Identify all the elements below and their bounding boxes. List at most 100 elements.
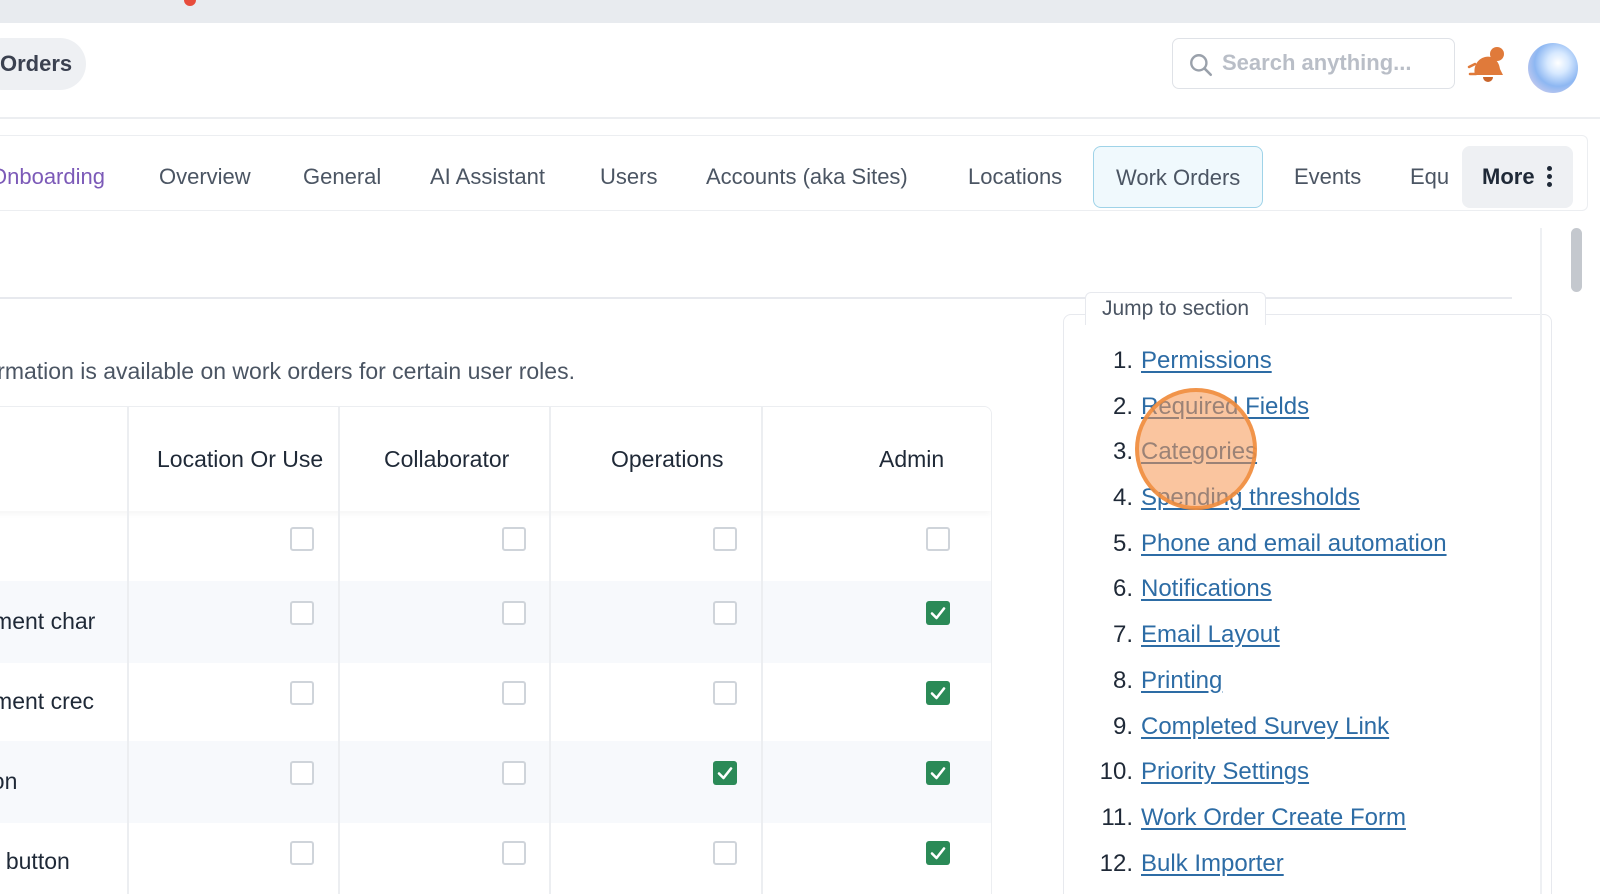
table-row: tton	[0, 741, 991, 823]
list-item: 5. Phone and email automation	[1085, 521, 1545, 567]
list-item: 9. Completed Survey Link	[1085, 704, 1545, 750]
tab-locations[interactable]: Locations	[968, 146, 1062, 208]
search-icon	[1190, 54, 1213, 77]
list-item: 8. Printing	[1085, 658, 1545, 704]
more-menu-button[interactable]: More	[1462, 146, 1573, 208]
checkbox-unchecked[interactable]	[713, 527, 737, 551]
jump-link-spending-thresholds[interactable]: Spending thresholds	[1141, 484, 1360, 511]
search-box[interactable]	[1172, 38, 1455, 89]
jump-link-priority-settings[interactable]: Priority Settings	[1141, 758, 1309, 785]
checkbox-checked[interactable]	[713, 761, 737, 785]
permissions-table: Location Or Use Collaborator Operations …	[0, 406, 992, 894]
tab-accounts[interactable]: Accounts (aka Sites)	[706, 146, 908, 208]
checkbox-unchecked[interactable]	[290, 527, 314, 551]
table-header-row: Location Or Use Collaborator Operations …	[0, 407, 991, 511]
tab-ai-assistant[interactable]: AI Assistant	[430, 146, 545, 208]
row-label: rtment char	[0, 608, 96, 634]
search-input[interactable]	[1222, 39, 1447, 87]
jump-link-permissions[interactable]: Permissions	[1141, 347, 1272, 374]
column-header-operations: Operations	[611, 446, 724, 472]
checkbox-unchecked[interactable]	[502, 681, 526, 705]
column-header-admin: Admin	[879, 446, 945, 472]
list-item-number: 5.	[1112, 529, 1133, 557]
kebab-icon	[1546, 163, 1553, 190]
jump-link-completed-survey-link[interactable]: Completed Survey Link	[1141, 713, 1389, 740]
row-label: er button	[0, 848, 70, 874]
list-item: 12. Bulk Importer	[1085, 841, 1545, 887]
tab-users[interactable]: Users	[600, 146, 657, 208]
checkbox-unchecked[interactable]	[290, 601, 314, 625]
list-item: 2. Required Fields	[1085, 384, 1545, 430]
checkmark-icon	[717, 767, 733, 780]
settings-tabs: Onboarding Overview General AI Assistant…	[0, 135, 1588, 211]
checkbox-checked[interactable]	[926, 761, 950, 785]
checkmark-icon	[930, 767, 946, 780]
jump-link-work-order-create-form[interactable]: Work Order Create Form	[1141, 804, 1406, 831]
checkbox-unchecked[interactable]	[290, 761, 314, 785]
column-divider	[127, 407, 129, 894]
list-item-number: 11.	[1101, 803, 1133, 831]
list-item-number: 7.	[1112, 621, 1133, 649]
checkbox-checked[interactable]	[926, 681, 950, 705]
checkbox-unchecked[interactable]	[502, 761, 526, 785]
list-item-number: 12.	[1099, 849, 1133, 877]
jump-link-bulk-importer[interactable]: Bulk Importer	[1141, 850, 1284, 877]
checkmark-icon	[930, 607, 946, 620]
section-divider	[0, 297, 1512, 299]
checkbox-unchecked[interactable]	[502, 841, 526, 865]
list-item-number: 2.	[1112, 392, 1133, 420]
column-header-location-or-user: Location Or Use	[157, 446, 324, 472]
list-item-number: 1.	[1112, 347, 1133, 374]
list-item: 10. Priority Settings	[1085, 749, 1545, 795]
jump-link-required-fields[interactable]: Required Fields	[1141, 393, 1309, 420]
list-item-number: 8.	[1112, 666, 1133, 694]
tab-onboarding[interactable]: Onboarding	[0, 146, 105, 208]
list-item: 6. Notifications	[1085, 566, 1545, 612]
checkmark-icon	[930, 687, 946, 700]
checkbox-unchecked[interactable]	[502, 601, 526, 625]
column-header-collaborator: Collaborator	[384, 446, 510, 472]
row-label: tton	[0, 768, 18, 794]
tab-equipment[interactable]: Equ	[1410, 146, 1449, 208]
list-item-number: 4.	[1112, 484, 1133, 512]
more-label: More	[1482, 164, 1535, 189]
list-item: 1. Permissions	[1085, 338, 1545, 384]
list-item-number: 10.	[1099, 758, 1133, 786]
jump-link-email-layout[interactable]: Email Layout	[1141, 621, 1280, 648]
avatar[interactable]	[1528, 43, 1578, 93]
scrollbar-thumb[interactable]	[1571, 228, 1582, 292]
top-header: Orders	[0, 23, 1600, 119]
checkbox-unchecked[interactable]	[290, 681, 314, 705]
checkbox-unchecked[interactable]	[713, 681, 737, 705]
tab-events[interactable]: Events	[1294, 146, 1361, 208]
jump-link-categories[interactable]: Categories	[1141, 438, 1257, 465]
checkbox-checked[interactable]	[926, 601, 950, 625]
jump-link-phone-email-automation[interactable]: Phone and email automation	[1141, 530, 1447, 557]
jump-link-notifications[interactable]: Notifications	[1141, 575, 1272, 602]
jump-to-section-title: Jump to section	[1085, 292, 1267, 325]
bell-icon[interactable]	[1467, 45, 1511, 85]
column-divider	[549, 407, 551, 894]
list-item: 4. Spending thresholds	[1085, 475, 1545, 521]
column-divider	[761, 407, 763, 894]
tab-general[interactable]: General	[303, 146, 381, 208]
list-item-number: 6.	[1112, 575, 1133, 603]
tab-work-orders[interactable]: Work Orders	[1093, 146, 1264, 208]
list-item: 7. Email Layout	[1085, 612, 1545, 658]
jump-to-section-list: 1. Permissions 2. Required Fields 3. Catego…	[1085, 338, 1545, 886]
checkbox-unchecked[interactable]	[502, 527, 526, 551]
column-divider	[338, 407, 340, 894]
table-row: rtment char	[0, 581, 991, 663]
list-item: 3. Categories	[1085, 429, 1545, 475]
checkbox-unchecked[interactable]	[713, 841, 737, 865]
checkbox-unchecked[interactable]	[713, 601, 737, 625]
jump-link-printing[interactable]: Printing	[1141, 667, 1222, 694]
list-item-number: 9.	[1112, 712, 1133, 740]
tab-overview[interactable]: Overview	[159, 146, 251, 208]
checkbox-checked[interactable]	[926, 841, 950, 865]
checkmark-icon	[930, 847, 946, 860]
checkbox-unchecked[interactable]	[290, 841, 314, 865]
page-title[interactable]: Orders	[0, 38, 87, 90]
row-label: rtment crec	[0, 688, 95, 714]
checkbox-unchecked[interactable]	[926, 527, 950, 551]
